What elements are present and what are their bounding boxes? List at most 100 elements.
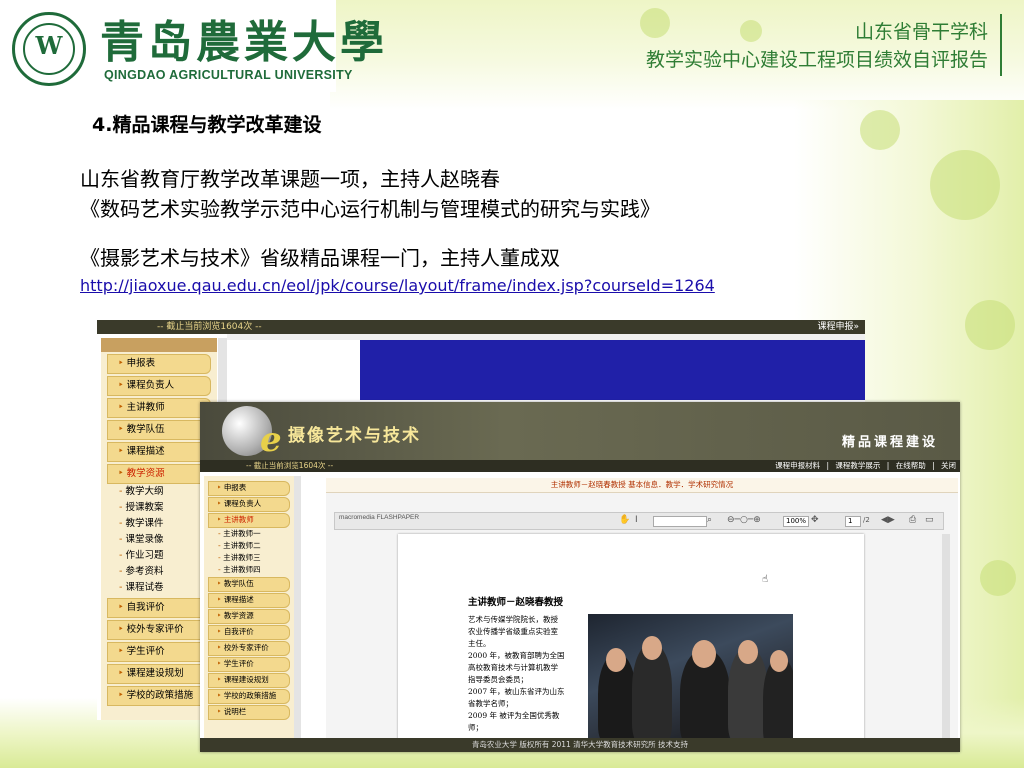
submenu-item[interactable]: - 教学课件: [119, 516, 211, 532]
submenu-item[interactable]: - 主讲教师二: [218, 540, 290, 552]
menu-item-label: 课堂录像: [125, 534, 164, 545]
teacher-photo: [588, 614, 793, 738]
submenu-item[interactable]: - 参考资料: [119, 564, 211, 580]
search-input[interactable]: [653, 516, 707, 527]
menu-item[interactable]: ‣ 自我评价: [107, 598, 211, 618]
menu-item-label: 教学队伍: [223, 579, 254, 588]
top-nav-links[interactable]: 课程申报材料 | 课程教学展示 | 在线帮助 | 关闭: [775, 460, 956, 472]
menu-item[interactable]: ‣ 教学队伍: [107, 420, 211, 440]
e-logo-icon: e: [260, 420, 282, 460]
visit-counter-bar: -- 截止当前浏览1604次 -- 课程申报»: [97, 320, 865, 334]
submenu-item[interactable]: - 课堂录像: [119, 532, 211, 548]
menu-item-label: 课程负责人: [126, 380, 175, 391]
menu-item[interactable]: ‣ 主讲教师: [208, 513, 290, 528]
content-area: 主讲教师－赵晓春教授 基本信息．教学．学术研究情况 macromedia FLA…: [326, 478, 958, 742]
header-divider: [1000, 14, 1002, 76]
page-total: /2: [863, 516, 870, 524]
menu-item-label: 申报表: [223, 483, 247, 492]
project-line-2: 《数码艺术实验教学示范中心运行机制与管理模式的研究与实践》: [80, 197, 660, 221]
university-seal-icon: W: [12, 12, 86, 86]
cursor-hand-icon: ☝: [762, 574, 769, 585]
menu-item[interactable]: ‣ 学生评价: [107, 642, 211, 662]
decor-dot: [860, 110, 900, 150]
flashpaper-toolbar: macromedia FLASHPAPER ✋ I ⌕ ⊖─○─⊕ 100% ✥…: [334, 512, 944, 530]
zoom-level[interactable]: 100%: [783, 516, 810, 527]
document-text: 艺术与传媒学院院长，教授 农业传播学省级重点实验室 主任。 2000 年，被教育…: [468, 615, 565, 732]
menu-item[interactable]: ‣ 校外专家评价: [208, 641, 290, 656]
fit-page-icon[interactable]: ✥: [811, 514, 819, 527]
menu-item-label: 学校的政策措施: [223, 691, 277, 700]
menu-item[interactable]: ‣ 学校的政策措施: [208, 689, 290, 704]
menu-item-label: 自我评价: [223, 627, 254, 636]
document-title: 主讲教师－赵晓春教授: [468, 597, 564, 608]
banner-title: 摄像艺术与技术: [288, 426, 421, 446]
course-link[interactable]: http://jiaoxue.qau.edu.cn/eol/jpk/course…: [80, 276, 715, 295]
menu-item-label: 教学大纲: [125, 486, 164, 497]
search-icon[interactable]: ⌕: [707, 514, 712, 527]
site-footer: 青岛农业大学 版权所有 2011 清华大学教育技术研究所 技术支持: [200, 738, 960, 752]
banner-subtitle: 精品课程建设: [841, 435, 938, 450]
course-banner: e 摄像艺术与技术 精品课程建设: [200, 402, 960, 460]
menu-item-label: 校外专家评价: [223, 643, 269, 652]
university-logo: W 青岛農業大學 QINGDAO AGRICULTURAL UNIVERSITY: [0, 0, 384, 92]
zoom-slider[interactable]: ⊖─○─⊕: [727, 514, 761, 527]
menu-item-label: 课程建设规划: [223, 675, 269, 684]
section-title: 4.精品课程与教学改革建设: [92, 114, 322, 136]
hand-tool-icon[interactable]: ✋: [619, 514, 630, 527]
menu-item[interactable]: ‣ 课程描述: [208, 593, 290, 608]
top-nav-bar: -- 截止当前浏览1604次 -- 课程申报材料 | 课程教学展示 | 在线帮助…: [200, 460, 960, 472]
menu-item-label: 申报表: [126, 358, 156, 369]
menu-item[interactable]: ‣ 说明栏: [208, 705, 290, 720]
decor-dot: [930, 150, 1000, 220]
menu-item-label: 课程试卷: [125, 582, 164, 593]
menu-item[interactable]: ‣ 课程负责人: [107, 376, 211, 396]
menu-scrollbar[interactable]: [294, 476, 301, 742]
menu-item[interactable]: ‣ 教学队伍: [208, 577, 290, 592]
menu-item-label: 主讲教师一: [223, 529, 261, 538]
logo-english-name: QINGDAO AGRICULTURAL UNIVERSITY: [104, 68, 353, 82]
options-icon[interactable]: ▭: [925, 514, 934, 527]
submenu-item[interactable]: - 主讲教师四: [218, 564, 290, 576]
menu-item-label: 授课教案: [125, 502, 164, 513]
menu-item[interactable]: ‣ 学校的政策措施: [107, 686, 211, 706]
course-site-screenshot-front: e 摄像艺术与技术 精品课程建设 -- 截止当前浏览1604次 -- 课程申报材…: [200, 402, 960, 752]
menu-item[interactable]: ‣ 课程建设规划: [107, 664, 211, 684]
banner-image: [310, 340, 865, 400]
page-number-input[interactable]: 1: [845, 516, 861, 527]
menu-item[interactable]: ‣ 申报表: [208, 481, 290, 496]
menu-item-label: 自我评价: [126, 602, 165, 613]
visit-counter: -- 截止当前浏览1604次 --: [157, 322, 262, 332]
header-line-1: 山东省骨干学科: [854, 21, 988, 43]
text-select-icon[interactable]: I: [635, 514, 638, 527]
menu-item-label: 教学队伍: [126, 424, 165, 435]
menu-item[interactable]: ‣ 教学资源: [107, 464, 211, 484]
menu-item[interactable]: ‣ 校外专家评价: [107, 620, 211, 640]
menu-item[interactable]: ‣ 课程描述: [107, 442, 211, 462]
menu-item[interactable]: ‣ 课程建设规划: [208, 673, 290, 688]
submenu-item[interactable]: - 授课教案: [119, 500, 211, 516]
submenu-item[interactable]: - 主讲教师三: [218, 552, 290, 564]
menu-item-label: 教学资源: [223, 611, 254, 620]
menu-item[interactable]: ‣ 申报表: [107, 354, 211, 374]
menu-item-label: 主讲教师: [223, 515, 254, 524]
menu-item[interactable]: ‣ 学生评价: [208, 657, 290, 672]
submenu-item[interactable]: - 课程试卷: [119, 580, 211, 596]
menu-item-label: 主讲教师三: [223, 553, 261, 562]
document-page: ☝ 主讲教师－赵晓春教授 艺术与传媒学院院长，教授 农业传播学省级重点实验室 主…: [398, 534, 864, 742]
top-right-link[interactable]: 课程申报»: [817, 320, 859, 334]
menu-item[interactable]: ‣ 自我评价: [208, 625, 290, 640]
submenu-item[interactable]: - 作业习题: [119, 548, 211, 564]
breadcrumb: 主讲教师－赵晓春教授 基本信息．教学．学术研究情况: [326, 478, 958, 493]
header-line-2: 教学实验中心建设工程项目绩效自评报告: [645, 49, 988, 71]
menu-item-label: 教学资源: [126, 468, 165, 479]
document-scrollbar[interactable]: [942, 534, 950, 742]
menu-item[interactable]: ‣ 主讲教师: [107, 398, 211, 418]
visit-counter: -- 截止当前浏览1604次 --: [246, 461, 334, 470]
prev-next-icon[interactable]: ◀▶: [881, 514, 895, 527]
menu-item[interactable]: ‣ 教学资源: [208, 609, 290, 624]
submenu-item[interactable]: - 主讲教师一: [218, 528, 290, 540]
submenu-item[interactable]: - 教学大纲: [119, 484, 211, 500]
print-icon[interactable]: ⎙: [909, 514, 916, 527]
menu-item-label: 校外专家评价: [126, 624, 184, 635]
menu-item[interactable]: ‣ 课程负责人: [208, 497, 290, 512]
